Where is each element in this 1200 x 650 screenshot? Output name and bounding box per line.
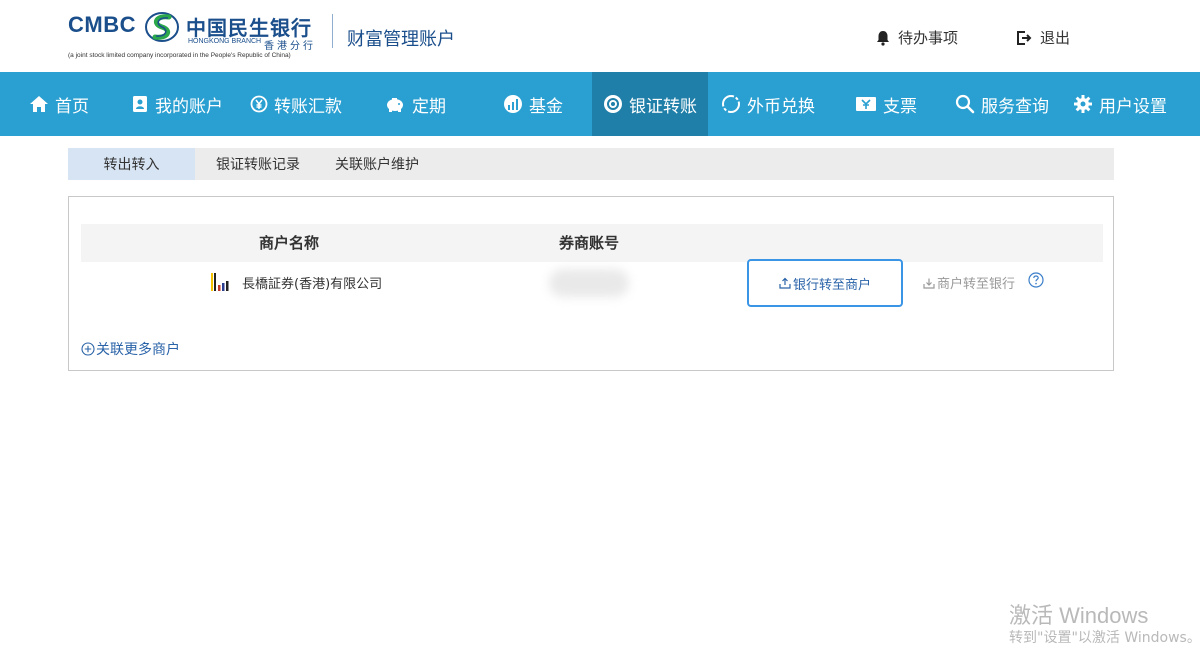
- nav-item-fund[interactable]: 基金: [474, 72, 592, 136]
- help-icon[interactable]: [1028, 272, 1044, 288]
- logout-label: 退出: [1040, 29, 1071, 47]
- nav-item-my-account[interactable]: 我的账户: [118, 72, 236, 136]
- nav-label: 转账汇款: [274, 96, 342, 117]
- page: CMBC 中国民生银行 HONGKONG BRANCH 香港分行 (a join…: [0, 0, 1200, 650]
- bell-icon: [877, 30, 889, 46]
- bank-to-merchant-label: 银行转至商户: [792, 277, 871, 293]
- nav-label: 服务查询: [981, 96, 1049, 117]
- bank-logo[interactable]: CMBC 中国民生银行 HONGKONG BRANCH 香港分行 (a join…: [68, 10, 338, 64]
- exchange-icon: [722, 95, 740, 113]
- download-icon: [923, 278, 935, 289]
- nav-label: 我的账户: [155, 96, 223, 117]
- gear-icon: [1074, 95, 1092, 113]
- nav-item-fx-exchange[interactable]: 外币兑换: [708, 72, 828, 136]
- logo-cmbc-text: CMBC: [68, 12, 136, 37]
- nav-label: 用户设置: [1099, 96, 1167, 117]
- nav-item-user-settings[interactable]: 用户设置: [1060, 72, 1180, 136]
- nav-label: 定期: [412, 96, 446, 117]
- tab-transfer-in-out[interactable]: 转出转入: [68, 148, 195, 180]
- nav-label: 基金: [529, 96, 563, 117]
- cmbc-logo-icon: [145, 12, 179, 42]
- nav-item-transfer[interactable]: 转账汇款: [236, 72, 356, 136]
- column-broker-account: 券商账号: [559, 234, 620, 252]
- cheque-icon: [856, 97, 876, 111]
- merchant-panel: 商户名称 券商账号 長橋証券(香港)有限公司 银行转至商户 商户转至银行 关联更…: [68, 196, 1114, 371]
- tab-linked-account-maintenance[interactable]: 关联账户维护: [321, 148, 433, 180]
- app-title: 财富管理账户: [347, 29, 455, 50]
- securities-transfer-icon: [604, 95, 622, 113]
- tab-transfer-records[interactable]: 银证转账记录: [195, 148, 321, 180]
- merchant-cell: 長橋証券(香港)有限公司: [210, 272, 382, 292]
- main-nav: 首页 我的账户 转账汇款 定期 基金 银证转账 外币兑换 支票 服务查询 用户设…: [0, 72, 1200, 136]
- link-more-merchants[interactable]: 关联更多商户: [81, 339, 180, 359]
- merchant-to-bank-label: 商户转至银行: [937, 277, 1016, 292]
- search-icon: [955, 94, 975, 114]
- home-icon: [30, 96, 48, 112]
- nav-item-securities-transfer[interactable]: 银证转账: [592, 72, 708, 136]
- subtab-bar: 转出转入 银证转账记录 关联账户维护: [68, 148, 1114, 180]
- merchant-name: 長橋証券(香港)有限公司: [242, 276, 383, 292]
- logo-branch-en: HONGKONG BRANCH: [188, 38, 262, 45]
- longbridge-logo-icon: [211, 273, 229, 291]
- logout-link[interactable]: 退出: [1016, 27, 1070, 48]
- plus-circle-icon: [81, 342, 95, 356]
- table-header: 商户名称 券商账号: [81, 224, 1103, 262]
- windows-activation-hint: 转到"设置"以激活 Windows。: [1009, 630, 1200, 646]
- nav-item-service-query[interactable]: 服务查询: [944, 72, 1060, 136]
- account-book-icon: [133, 96, 147, 112]
- header: CMBC 中国民生银行 HONGKONG BRANCH 香港分行 (a join…: [0, 0, 1200, 72]
- piggy-bank-icon: [387, 98, 403, 112]
- nav-label: 外币兑换: [747, 96, 815, 117]
- nav-item-fixed-deposit[interactable]: 定期: [356, 72, 474, 136]
- broker-account-masked: [549, 269, 629, 297]
- todo-link[interactable]: 待办事项: [876, 27, 958, 48]
- upload-icon: [779, 277, 791, 289]
- table-row: 長橋証券(香港)有限公司 银行转至商户 商户转至银行: [81, 259, 1103, 314]
- nav-label: 首页: [55, 96, 89, 117]
- header-divider: [332, 14, 333, 48]
- todo-label: 待办事项: [898, 29, 959, 47]
- logout-icon: [1017, 30, 1032, 45]
- bank-to-merchant-button[interactable]: 银行转至商户: [747, 259, 903, 307]
- nav-label: 银证转账: [629, 96, 697, 117]
- yuan-transfer-icon: [250, 95, 268, 113]
- logo-branch-cn: 香港分行: [264, 41, 316, 52]
- fund-chart-icon: [504, 95, 522, 113]
- nav-item-cheque[interactable]: 支票: [828, 72, 944, 136]
- column-merchant-name: 商户名称: [259, 234, 320, 252]
- nav-label: 支票: [883, 96, 917, 117]
- link-more-label: 关联更多商户: [96, 342, 180, 358]
- nav-item-home[interactable]: 首页: [0, 72, 118, 136]
- windows-activation-title: 激活 Windows: [1009, 603, 1149, 628]
- merchant-to-bank-button[interactable]: 商户转至银行: [923, 273, 1015, 292]
- logo-legal-note: (a joint stock limited company incorpora…: [68, 52, 291, 59]
